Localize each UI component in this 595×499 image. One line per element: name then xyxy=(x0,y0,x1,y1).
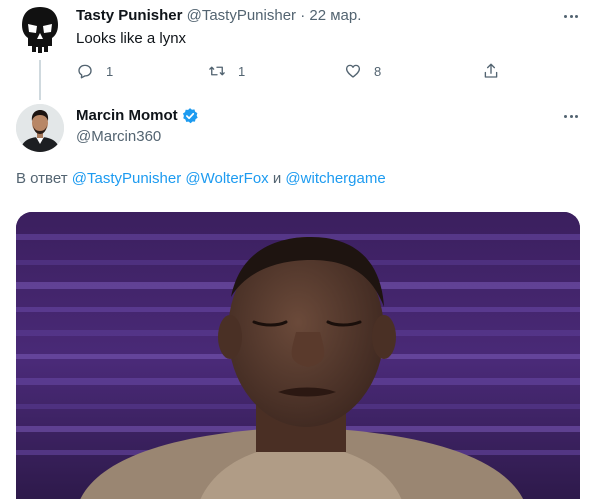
main-author-name[interactable]: Marcin Momot xyxy=(76,106,178,126)
reply-to-prefix: В ответ xyxy=(16,170,68,187)
reply-author-name[interactable]: Tasty Punisher xyxy=(76,7,182,24)
retweet-button[interactable]: 1 xyxy=(208,60,245,82)
mention-wolterfox[interactable]: @WolterFox xyxy=(185,170,268,187)
more-dots-icon[interactable] xyxy=(561,106,581,126)
heart-icon xyxy=(345,64,361,78)
reply-tweet[interactable]: Tasty Punisher @TastyPunisher · 22 мар. … xyxy=(0,0,595,100)
main-author-handle[interactable]: @Marcin360 xyxy=(76,127,161,147)
reply-action-bar: 1 1 8 xyxy=(76,60,506,82)
gif-still-image xyxy=(16,212,580,499)
more-dots-icon[interactable] xyxy=(561,6,581,26)
mention-witchergame[interactable]: @witchergame xyxy=(285,170,385,187)
like-button[interactable]: 8 xyxy=(344,60,381,82)
retweet-icon xyxy=(209,66,225,76)
comment-bubble-icon xyxy=(78,64,92,79)
marcin-avatar[interactable] xyxy=(16,104,64,152)
replying-to-line: В ответ @TastyPunisher @WolterFox и @wit… xyxy=(16,170,386,188)
share-button[interactable] xyxy=(482,60,500,82)
retweet-count: 1 xyxy=(238,63,246,79)
reply-count: 1 xyxy=(106,63,114,79)
reply-to-conjunction: и xyxy=(272,170,282,187)
punisher-skull-avatar[interactable] xyxy=(20,6,60,56)
main-author-name-row[interactable]: Marcin Momot xyxy=(76,106,199,126)
share-icon xyxy=(484,63,498,78)
mention-tastypunisher[interactable]: @TastyPunisher xyxy=(72,170,181,187)
reply-author-handle[interactable]: @TastyPunisher xyxy=(187,7,296,24)
tweet-media-gif[interactable] xyxy=(16,212,580,499)
like-count: 8 xyxy=(374,63,382,79)
reply-button[interactable]: 1 xyxy=(76,60,113,82)
separator-dot: · xyxy=(300,7,306,24)
verified-badge-icon xyxy=(182,108,198,124)
reply-date[interactable]: 22 мар. xyxy=(309,7,361,24)
reply-header: Tasty Punisher @TastyPunisher · 22 мар. xyxy=(76,7,361,25)
reply-text: Looks like a lynx xyxy=(76,30,187,47)
thread-connector xyxy=(39,60,41,100)
